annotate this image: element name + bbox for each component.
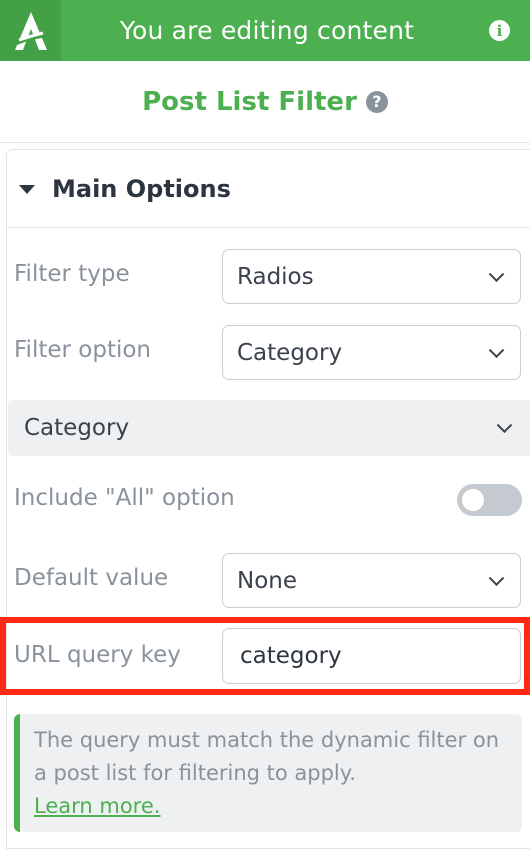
chevron-down-icon — [488, 341, 505, 358]
category-group-label: Category — [24, 415, 130, 441]
panel-header: Post List Filter ? — [0, 61, 530, 143]
category-group-toggle[interactable]: Category — [8, 400, 530, 456]
section-divider — [7, 227, 530, 228]
filter-option-label: Filter option — [14, 337, 152, 363]
filter-option-value: Category — [237, 339, 343, 366]
url-query-key-label: URL query key — [14, 642, 181, 668]
notice-text: The query must match the dynamic filter … — [34, 728, 500, 785]
learn-more-link[interactable]: Learn more. — [34, 790, 160, 823]
chevron-down-icon — [496, 417, 513, 434]
panel-title: Post List Filter — [142, 86, 357, 117]
chevron-down-icon — [488, 265, 505, 282]
editing-status-title: You are editing content — [119, 16, 415, 45]
default-value-select[interactable]: None — [222, 553, 521, 608]
default-value-label: Default value — [14, 565, 169, 591]
filter-type-value: Radios — [237, 263, 314, 290]
url-query-key-input[interactable]: category — [222, 628, 521, 684]
caret-down-icon — [19, 184, 35, 194]
section-title: Main Options — [52, 175, 231, 203]
default-value-value: None — [237, 567, 298, 594]
info-notice: The query must match the dynamic filter … — [14, 714, 522, 832]
editor-topbar: You are editing content i — [0, 0, 530, 61]
help-icon[interactable]: ? — [365, 90, 388, 113]
filter-type-label: Filter type — [14, 261, 130, 287]
toggle-knob — [462, 489, 484, 511]
main-options-toggle[interactable]: Main Options — [19, 172, 231, 206]
include-all-toggle[interactable] — [457, 484, 522, 516]
chevron-down-icon — [488, 569, 505, 586]
include-all-label: Include "All" option — [14, 485, 235, 511]
filter-option-select[interactable]: Category — [222, 325, 521, 380]
info-icon: i — [489, 20, 510, 41]
app-logo-icon[interactable] — [0, 0, 61, 61]
filter-type-select[interactable]: Radios — [222, 249, 521, 304]
info-button[interactable]: i — [469, 0, 530, 61]
